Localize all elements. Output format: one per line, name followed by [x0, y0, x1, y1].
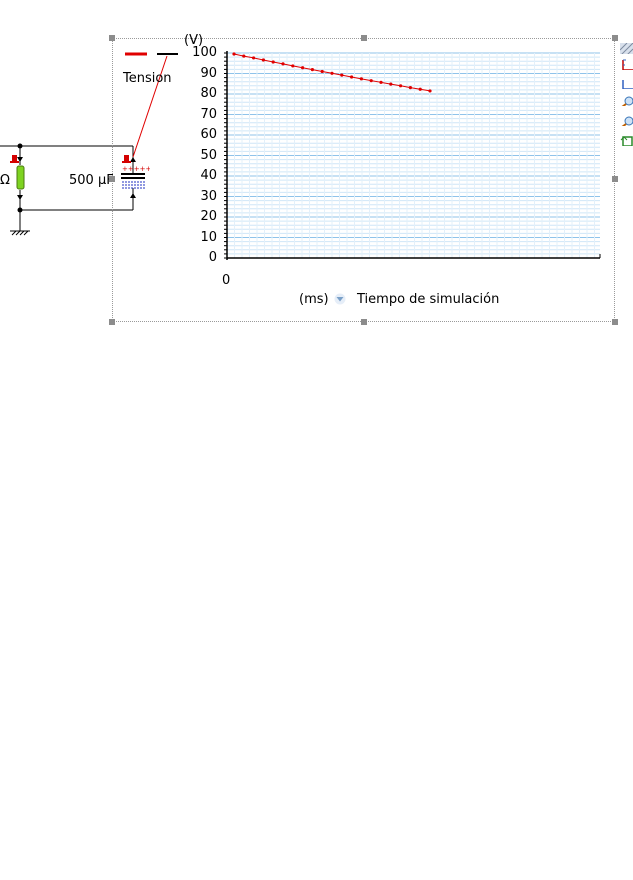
data-point	[428, 89, 432, 93]
data-point	[418, 87, 422, 91]
reset-view-icon[interactable]	[620, 133, 633, 146]
data-point	[359, 77, 363, 81]
data-point	[232, 52, 236, 56]
data-point	[242, 54, 246, 58]
data-point	[320, 69, 324, 74]
zoom-in-icon[interactable]	[620, 93, 633, 106]
plot-area[interactable]	[0, 0, 633, 300]
axis-select-small-icon[interactable]	[620, 76, 633, 89]
data-point	[379, 80, 383, 84]
data-point	[271, 60, 275, 64]
resize-handle-sw[interactable]	[109, 319, 115, 325]
x-tick-zero: 0	[222, 273, 231, 288]
x-axis-dropdown-icon[interactable]	[334, 293, 346, 305]
x-axis-unit: (ms)	[299, 292, 329, 307]
x-axis-name: Tiempo de simulación	[357, 292, 500, 307]
resize-handle-s[interactable]	[361, 319, 367, 325]
data-point	[301, 66, 305, 70]
pattern-icon[interactable]	[620, 41, 633, 54]
resize-handle-se[interactable]	[612, 319, 618, 325]
data-point	[389, 82, 393, 86]
data-point	[281, 62, 285, 66]
data-point	[261, 58, 265, 62]
data-point	[369, 79, 373, 83]
data-point	[350, 75, 354, 79]
data-point	[252, 56, 256, 60]
zoom-out-icon[interactable]	[620, 113, 633, 126]
data-point	[408, 86, 412, 90]
data-point	[399, 84, 403, 88]
axis-select-icon[interactable]	[620, 57, 633, 70]
data-point	[330, 71, 334, 75]
data-point	[340, 73, 344, 77]
data-point	[291, 64, 295, 68]
data-point	[310, 68, 314, 72]
